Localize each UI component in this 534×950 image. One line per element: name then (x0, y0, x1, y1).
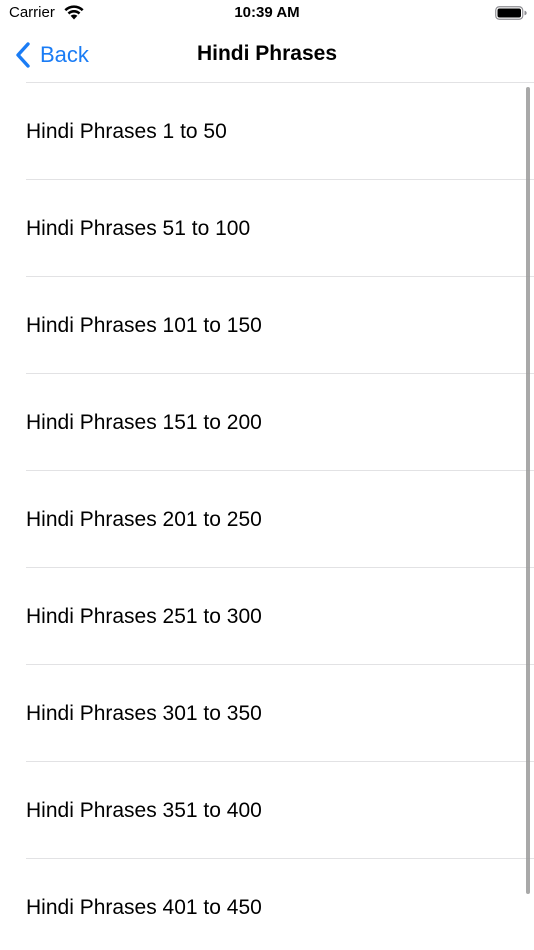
page-title: Hindi Phrases (196, 42, 338, 65)
list-item-label: Hindi Phrases 201 to 250 (26, 508, 262, 531)
list-item[interactable]: Hindi Phrases 201 to 250 (0, 471, 534, 568)
list-item-label: Hindi Phrases 1 to 50 (26, 120, 227, 143)
list-item[interactable]: Hindi Phrases 51 to 100 (0, 180, 534, 277)
list-item-label: Hindi Phrases 251 to 300 (26, 605, 262, 628)
battery-icon (495, 6, 527, 20)
list-item[interactable]: Hindi Phrases 101 to 150 (0, 277, 534, 374)
status-bar: Carrier 10:39 AM (0, 0, 534, 28)
list-item-label: Hindi Phrases 401 to 450 (26, 896, 262, 919)
list-item[interactable]: Hindi Phrases 1 to 50 (0, 83, 534, 180)
list-item-label: Hindi Phrases 351 to 400 (26, 799, 262, 822)
list-item[interactable]: Hindi Phrases 351 to 400 (0, 762, 534, 859)
list-item[interactable]: Hindi Phrases 151 to 200 (0, 374, 534, 471)
list-item-label: Hindi Phrases 151 to 200 (26, 411, 262, 434)
scroll-indicator[interactable] (526, 87, 530, 894)
phrase-group-list: Hindi Phrases 1 to 50 Hindi Phrases 51 t… (0, 83, 534, 950)
list-item-label: Hindi Phrases 101 to 150 (26, 314, 262, 337)
list-item[interactable]: Hindi Phrases 401 to 450 (0, 859, 534, 950)
list-item-label: Hindi Phrases 301 to 350 (26, 702, 262, 725)
status-time: 10:39 AM (234, 4, 300, 21)
list-item[interactable]: Hindi Phrases 301 to 350 (0, 665, 534, 762)
list-item[interactable]: Hindi Phrases 251 to 300 (0, 568, 534, 665)
screen: Carrier 10:39 AM Back Hindi Phrases Hind… (0, 0, 534, 950)
navigation-bar: Back Hindi Phrases (0, 28, 534, 83)
list-item-label: Hindi Phrases 51 to 100 (26, 217, 251, 240)
